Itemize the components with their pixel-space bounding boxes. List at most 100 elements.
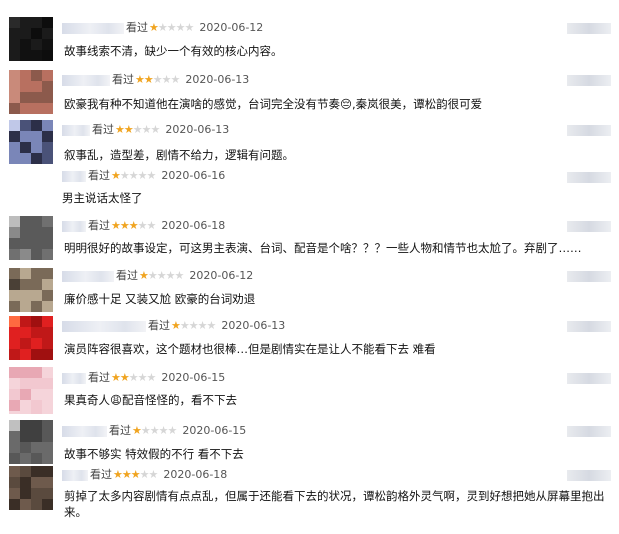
username-link[interactable] (62, 124, 90, 136)
username-link[interactable] (62, 320, 146, 332)
comment-meta: 看过★★★★★ 2020-06-18 (62, 468, 227, 482)
comment-date: 2020-06-12 (189, 269, 254, 282)
username-link[interactable] (62, 170, 86, 182)
watched-label: 看过 (116, 269, 138, 282)
comment-text: 明明很好的故事设定，可这男主表演、台词、配音是个啥？？？一些人物和情节也太尬了。… (64, 241, 582, 255)
avatar[interactable] (9, 17, 53, 61)
star-icon: ★ (147, 269, 158, 282)
useful-vote-link[interactable] (567, 125, 611, 136)
useful-vote-link[interactable] (567, 221, 611, 232)
comment-text: 廉价感十足 又装又尬 欧豪的台词劝退 (64, 292, 256, 306)
avatar[interactable] (9, 420, 53, 464)
username-link[interactable] (62, 270, 114, 282)
star-icon: ★ (140, 424, 151, 437)
comment-text: 故事线索不清，缺少一个有效的核心内容。 (64, 44, 283, 58)
rating-stars: ★★★★★ (115, 123, 161, 137)
star-icon: ★ (174, 269, 185, 282)
star-icon: ★ (156, 269, 167, 282)
star-icon: ★ (170, 73, 181, 86)
useful-vote-link[interactable] (567, 271, 611, 282)
comment-text: 果真奇人😩配音怪怪的，看不下去 (64, 393, 237, 407)
username-link[interactable] (62, 22, 124, 34)
comment-date: 2020-06-13 (221, 319, 286, 332)
watched-label: 看过 (88, 219, 110, 232)
useful-vote-link[interactable] (567, 321, 611, 332)
comment-meta: 看过★★★★★ 2020-06-18 (62, 219, 225, 233)
avatar[interactable] (9, 316, 53, 360)
star-icon: ★ (146, 169, 157, 182)
star-icon: ★ (128, 169, 139, 182)
useful-vote-link[interactable] (567, 470, 611, 481)
useful-vote-link[interactable] (567, 23, 611, 34)
star-icon: ★ (135, 73, 145, 86)
star-icon: ★ (143, 73, 154, 86)
comment-meta: 看过★★★★★ 2020-06-13 (62, 123, 229, 137)
star-icon: ★ (161, 73, 172, 86)
star-icon: ★ (130, 468, 141, 481)
comment-meta: 看过★★★★★ 2020-06-12 (62, 21, 263, 35)
comment-date: 2020-06-13 (165, 123, 230, 136)
star-icon: ★ (171, 319, 181, 332)
star-icon: ★ (197, 319, 208, 332)
username-link[interactable] (62, 425, 107, 437)
useful-vote-link[interactable] (567, 373, 611, 384)
username-link[interactable] (62, 74, 110, 86)
avatar[interactable] (9, 216, 53, 260)
username-link[interactable] (62, 220, 86, 232)
star-icon: ★ (139, 468, 150, 481)
avatar[interactable] (9, 120, 53, 164)
avatar[interactable] (9, 367, 53, 414)
star-icon: ★ (132, 123, 143, 136)
comment-date: 2020-06-13 (185, 73, 250, 86)
watched-label: 看过 (88, 169, 110, 182)
watched-label: 看过 (112, 73, 134, 86)
star-icon: ★ (150, 123, 161, 136)
rating-stars: ★★★★★ (149, 21, 195, 35)
rating-stars: ★★★★★ (111, 169, 157, 183)
star-icon: ★ (188, 319, 199, 332)
watched-label: 看过 (92, 123, 114, 136)
comment-text: 叙事乱，造型差，剧情不给力，逻辑有问题。 (64, 148, 294, 162)
avatar[interactable] (9, 268, 53, 312)
avatar[interactable] (9, 466, 53, 510)
comment-date: 2020-06-18 (163, 468, 228, 481)
username-link[interactable] (62, 469, 88, 481)
username-link[interactable] (62, 372, 86, 384)
useful-vote-link[interactable] (567, 172, 611, 183)
star-icon: ★ (111, 219, 121, 232)
star-icon: ★ (146, 371, 157, 384)
comment-meta: 看过★★★★★ 2020-06-13 (62, 73, 249, 87)
comment-date: 2020-06-18 (161, 219, 226, 232)
star-icon: ★ (115, 123, 125, 136)
star-icon: ★ (128, 371, 139, 384)
watched-label: 看过 (88, 371, 110, 384)
star-icon: ★ (132, 424, 142, 437)
star-icon: ★ (158, 424, 169, 437)
rating-stars: ★★★★★ (132, 424, 177, 438)
star-icon: ★ (184, 21, 195, 34)
rating-stars: ★★★★★ (111, 219, 156, 233)
watched-label: 看过 (126, 21, 148, 34)
star-icon: ★ (113, 468, 123, 481)
useful-vote-link[interactable] (567, 75, 611, 86)
comment-text: 故事不够实 特效假的不行 看不下去 (64, 447, 244, 461)
watched-label: 看过 (90, 468, 112, 481)
star-icon: ★ (139, 269, 149, 282)
rating-stars: ★★★★★ (135, 73, 181, 87)
star-icon: ★ (137, 169, 148, 182)
star-icon: ★ (111, 371, 121, 384)
useful-vote-link[interactable] (567, 426, 611, 437)
comment-text: 男主说话太怪了 (62, 191, 143, 205)
comment-date: 2020-06-15 (161, 371, 226, 384)
avatar[interactable] (9, 70, 53, 114)
star-icon: ★ (148, 468, 159, 481)
rating-stars: ★★★★★ (171, 319, 216, 333)
comment-meta: 看过★★★★★ 2020-06-13 (62, 319, 285, 333)
comment-meta: 看过★★★★★ 2020-06-12 (62, 269, 253, 283)
star-icon: ★ (111, 169, 121, 182)
star-icon: ★ (119, 219, 130, 232)
star-icon: ★ (149, 21, 159, 34)
watched-label: 看过 (109, 424, 131, 437)
rating-stars: ★★★★★ (111, 371, 157, 385)
star-icon: ★ (128, 219, 139, 232)
